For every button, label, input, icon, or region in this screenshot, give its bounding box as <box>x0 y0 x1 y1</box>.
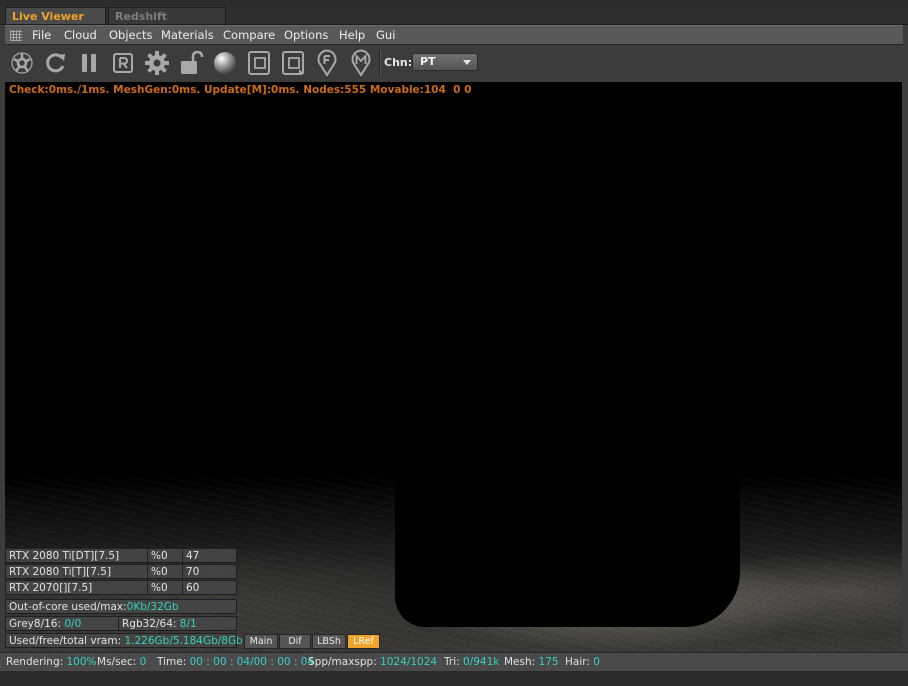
status-bar: Rendering: 100% Ms/sec: 0 Time: 00 : 00 … <box>0 652 908 671</box>
time-value: 00 : 00 : 04/00 : 00 : 04 <box>189 656 315 668</box>
frame-arrow-icon[interactable] <box>280 49 306 77</box>
status-hair: Hair: 0 <box>565 654 600 670</box>
render-stats-line: Check:0ms./1ms. MeshGen:0ms. Update[M]:0… <box>9 84 472 96</box>
pin-f-icon[interactable] <box>314 49 340 77</box>
status-rendering: Rendering: 100% <box>6 654 97 670</box>
gpu-usage: %0 <box>147 580 183 595</box>
gpu-temp: 60 <box>182 580 237 595</box>
tab-redshift-renderview[interactable]: Redshift RenderView <box>108 7 226 40</box>
time-label: Time: <box>157 656 187 668</box>
rgb-row: Rgb32/64: 8/1 <box>118 616 237 631</box>
frame-icon[interactable] <box>246 49 272 77</box>
ms-value: 0 <box>139 656 147 668</box>
grey-row: Grey8/16: 0/0 <box>5 616 119 631</box>
object-silhouette <box>395 477 740 627</box>
hair-value: 0 <box>593 656 600 668</box>
spp-label: Spp/maxspp: <box>308 656 377 668</box>
menu-gui[interactable]: Gui <box>376 28 395 43</box>
tri-label: Tri: <box>444 656 460 668</box>
gear-icon[interactable] <box>144 49 170 77</box>
vram-row: Used/free/total vram: 1.226Gb/5.184Gb/8G… <box>5 633 243 648</box>
status-ms: Ms/sec: 0 <box>97 654 146 670</box>
menu-materials[interactable]: Materials <box>161 28 214 43</box>
hair-label: Hair: <box>565 656 590 668</box>
refresh-icon[interactable] <box>42 49 68 77</box>
grey-value: 0/0 <box>64 618 82 630</box>
channel-label: Chn: <box>384 56 413 69</box>
spp-value: 1024/1024 <box>380 656 438 668</box>
tab-live-viewer[interactable]: Live Viewer V4.00 <box>5 7 106 40</box>
grey-label: Grey8/16: <box>9 618 62 630</box>
status-mesh: Mesh: 175 <box>504 654 559 670</box>
menu-objects[interactable]: Objects <box>109 28 152 43</box>
gpu-usage: %0 <box>147 548 183 563</box>
vram-label: Used/free/total vram: <box>9 635 122 647</box>
tab-bar: Live Viewer V4.00 Redshift RenderView <box>0 6 908 40</box>
vram-value: 1.226Gb/5.184Gb/8Gb <box>124 635 243 647</box>
status-spp: Spp/maxspp: 1024/1024 <box>308 654 437 670</box>
rendering-label: Rendering: <box>6 656 64 668</box>
ms-label: Ms/sec: <box>97 656 137 668</box>
ooc-value: 0Kb/32Gb <box>126 601 179 613</box>
status-time: Time: 00 : 00 : 04/00 : 00 : 04 <box>157 654 314 670</box>
channel-select[interactable]: PT <box>412 53 478 71</box>
menu-file[interactable]: File <box>32 28 51 43</box>
ooc-label: Out-of-core used/max: <box>9 601 127 613</box>
grip-icon[interactable] <box>10 30 22 41</box>
tab-lref[interactable]: LRef <box>347 634 380 649</box>
pause-icon[interactable] <box>76 49 102 77</box>
chevron-down-icon <box>463 60 471 65</box>
mesh-value: 175 <box>538 656 559 668</box>
gpu-name: RTX 2080 Ti[DT][7.5] <box>5 548 148 563</box>
gpu-name: RTX 2080 Ti[T][7.5] <box>5 564 148 579</box>
tab-dif[interactable]: Dif <box>279 634 311 649</box>
channel-value: PT <box>420 55 436 68</box>
gpu-temp: 70 <box>182 564 237 579</box>
menu-cloud[interactable]: Cloud <box>64 28 97 43</box>
gpu-name: RTX 2070[][7.5] <box>5 580 148 595</box>
menu-options[interactable]: Options <box>284 28 328 43</box>
menu-compare[interactable]: Compare <box>223 28 275 43</box>
pin-m-icon[interactable] <box>348 49 374 77</box>
shutter-icon[interactable] <box>9 49 35 77</box>
rgb-label: Rgb32/64: <box>122 618 177 630</box>
out-of-core-row: Out-of-core used/max:0Kb/32Gb <box>5 599 237 614</box>
menu-help[interactable]: Help <box>339 28 365 43</box>
rendering-value: 100% <box>66 656 97 668</box>
toolbar: Chn: PT <box>5 46 903 81</box>
mesh-label: Mesh: <box>504 656 536 668</box>
tab-lbsh[interactable]: LBSh <box>312 634 346 649</box>
region-r-icon[interactable] <box>110 49 136 77</box>
tri-value: 0/941k <box>463 656 500 668</box>
gpu-temp: 47 <box>182 548 237 563</box>
material-sphere-icon[interactable] <box>212 49 238 77</box>
status-tri: Tri: 0/941k <box>444 654 499 670</box>
window-bottom-strip <box>0 671 908 686</box>
menu-bar: File Cloud Objects Materials Compare Opt… <box>5 25 903 45</box>
rgb-value: 8/1 <box>179 618 197 630</box>
tab-main[interactable]: Main <box>244 634 278 649</box>
toolbar-separator <box>379 50 381 76</box>
gpu-usage: %0 <box>147 564 183 579</box>
unlock-icon[interactable] <box>178 49 204 77</box>
